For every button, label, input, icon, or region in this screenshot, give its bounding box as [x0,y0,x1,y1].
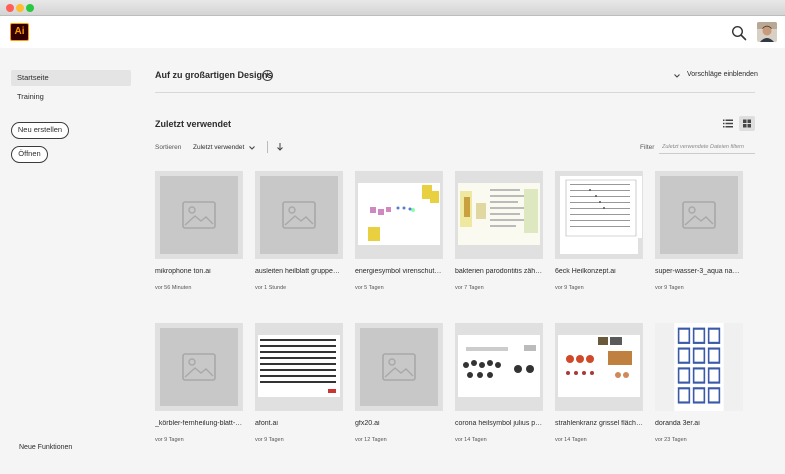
file-modified-time: vor 56 Minuten [155,285,192,291]
file-card[interactable]: bakterien parodontitis zähne... vor 7 Tag… [455,171,543,301]
chevron-down-icon [674,74,680,78]
file-name: 6eck Heilkonzept.ai [555,268,616,275]
thumbnail-artwork [558,335,640,397]
file-thumbnail[interactable] [255,171,343,259]
file-thumbnail[interactable] [255,323,343,411]
grid-view-icon [743,119,751,128]
file-name: super-wasser-3_aqua nabud... [655,268,743,275]
file-modified-time: vor 12 Tagen [355,437,387,443]
file-card[interactable]: strahlenkranz grissel fläche.ai vor 14 Ta… [555,323,643,453]
sort-direction-icon[interactable] [276,142,284,152]
file-thumbnail[interactable] [455,323,543,411]
window-titlebar [0,0,785,16]
thumbnail-artwork [655,323,743,411]
avatar[interactable] [757,22,777,42]
file-modified-time: vor 9 Tagen [155,437,184,443]
search-icon[interactable] [731,25,747,41]
file-card[interactable]: gfx20.ai vor 12 Tagen [355,323,443,453]
recent-section-title: Zuletzt verwendet [155,119,232,129]
file-card[interactable]: ausleiten heilblatt gruppen.ai vor 1 Stun… [255,171,343,301]
image-placeholder-icon [282,201,316,229]
file-modified-time: vor 9 Tagen [255,437,284,443]
file-thumbnail[interactable] [655,323,743,411]
file-card[interactable]: doranda 3er.ai vor 23 Tagen [655,323,743,453]
new-features-link[interactable]: Neue Funktionen [19,444,72,451]
file-name: mikrophone ton.ai [155,268,211,275]
file-modified-time: vor 9 Tagen [555,285,584,291]
thumbnail-placeholder [660,176,738,254]
main-content: Auf zu großartigen Designs i Vorschläge … [140,48,785,474]
sidebar: Startseite Training Neu erstellen Öffnen… [0,48,140,474]
minimize-window-button[interactable] [16,4,24,12]
file-name: doranda 3er.ai [655,420,700,427]
file-thumbnail[interactable] [455,171,543,259]
file-modified-time: vor 14 Tagen [555,437,587,443]
app-header: Ai [0,16,785,48]
file-card[interactable]: corona heilsymbol julius petr... vor 14 T… [455,323,543,453]
file-thumbnail[interactable] [555,171,643,259]
thumbnail-placeholder [360,328,438,406]
file-name: afont.ai [255,420,278,427]
list-view-icon [723,119,733,128]
page-title: Auf zu großartigen Designs [155,70,273,80]
file-modified-time: vor 23 Tagen [655,437,687,443]
image-placeholder-icon [182,353,216,381]
list-view-button[interactable] [720,116,736,131]
file-modified-time: vor 14 Tagen [455,437,487,443]
file-thumbnail[interactable] [355,323,443,411]
suggestions-label: Vorschläge einblenden [687,71,758,78]
thumbnail-artwork [560,176,642,254]
file-card[interactable]: super-wasser-3_aqua nabud... vor 9 Tagen [655,171,743,301]
file-modified-time: vor 7 Tagen [455,285,484,291]
info-icon[interactable]: i [262,70,273,81]
file-card[interactable]: energiesymbol virenschutz u... vor 5 Tage… [355,171,443,301]
file-modified-time: vor 1 Stunde [255,285,287,291]
thumbnail-placeholder [160,328,238,406]
grid-view-button[interactable] [739,116,755,131]
close-window-button[interactable] [6,4,14,12]
sidebar-item-training[interactable]: Training [11,89,131,105]
file-name: ausleiten heilblatt gruppen.ai [255,268,343,275]
file-name: corona heilsymbol julius petr... [455,420,543,427]
new-file-button[interactable]: Neu erstellen [11,122,69,139]
file-card[interactable]: _körbler-fernheilung-blatt-au...vor 9 Ta… [155,323,243,453]
file-thumbnail[interactable] [155,171,243,259]
divider [267,141,268,153]
zoom-window-button[interactable] [26,4,34,12]
image-placeholder-icon [182,201,216,229]
illustrator-logo: Ai [10,23,29,41]
file-name: _körbler-fernheilung-blatt-au... [155,420,243,427]
thumbnail-artwork [258,335,340,397]
open-file-button[interactable]: Öffnen [11,146,48,163]
image-placeholder-icon [382,353,416,381]
file-name: bakterien parodontitis zähne... [455,268,543,275]
file-name: gfx20.ai [355,420,380,427]
sidebar-item-startseite[interactable]: Startseite [11,70,131,86]
thumbnail-artwork [458,183,540,245]
thumbnail-placeholder [160,176,238,254]
sort-label: Sortieren [155,144,182,151]
file-card[interactable]: mikrophone ton.ai vor 56 Minuten [155,171,243,301]
thumbnail-artwork [358,183,440,245]
file-thumbnail[interactable] [155,323,243,411]
divider [155,92,755,93]
file-modified-time: vor 5 Tagen [355,285,384,291]
file-thumbnail[interactable] [655,171,743,259]
file-thumbnail[interactable] [555,323,643,411]
sort-dropdown[interactable]: Zuletzt verwendet [193,144,244,151]
image-placeholder-icon [682,201,716,229]
filter-label: Filter [640,144,655,151]
file-card[interactable]: afont.ai vor 9 Tagen [255,323,343,453]
file-thumbnail[interactable] [355,171,443,259]
filter-input[interactable] [659,140,755,154]
thumbnail-artwork [458,335,540,397]
file-name: energiesymbol virenschutz u... [355,268,443,275]
file-card[interactable]: 6eck Heilkonzept.ai vor 9 Tagen [555,171,643,301]
file-name: strahlenkranz grissel fläche.ai [555,420,643,427]
file-modified-time: vor 9 Tagen [655,285,684,291]
chevron-down-icon[interactable] [248,144,256,152]
thumbnail-placeholder [260,176,338,254]
